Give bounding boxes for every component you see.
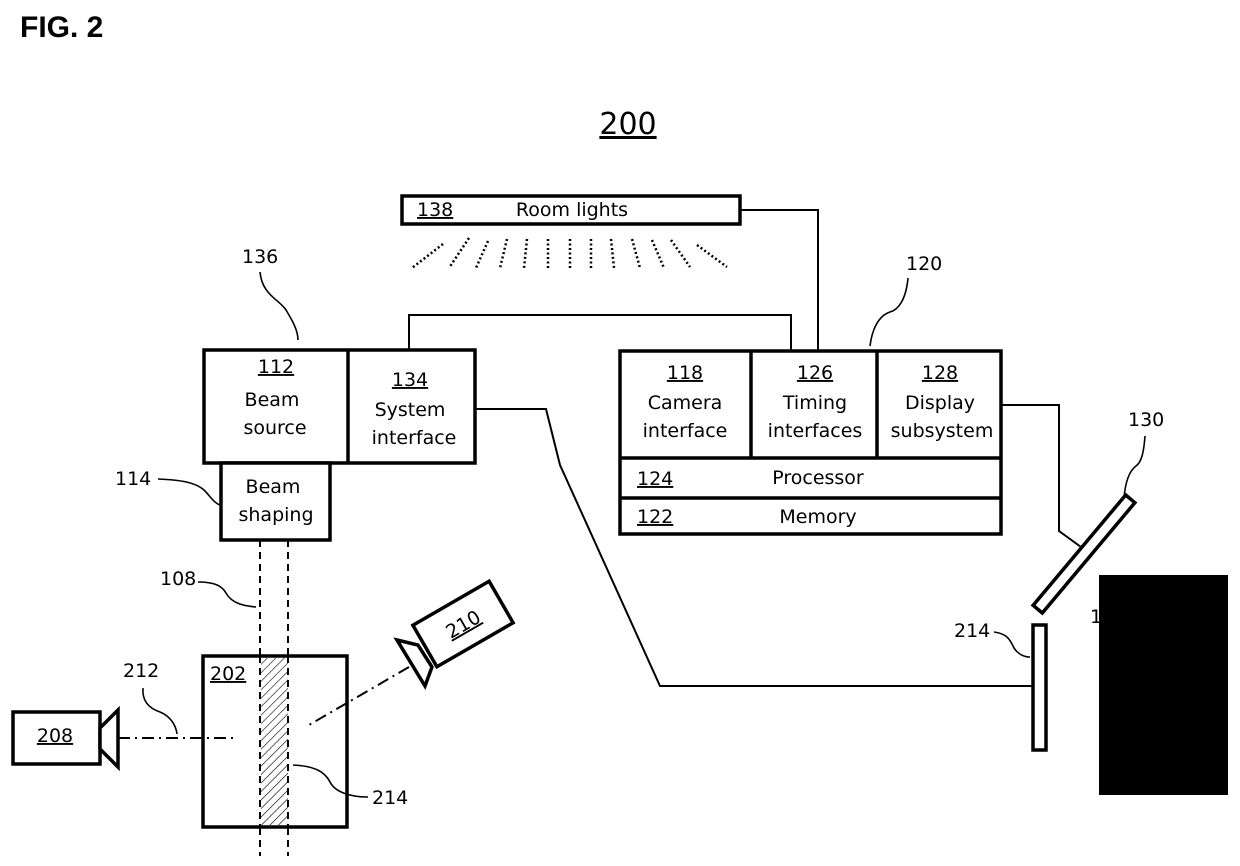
room-lights-ref: 138 <box>417 199 453 221</box>
timing-interfaces-ref: 126 <box>797 362 833 384</box>
room-lights-label: Room lights <box>516 199 628 221</box>
system-to-timing-wire <box>408 314 792 350</box>
beam-shaping-line1: Beam <box>246 476 301 498</box>
beam-source-line1: Beam <box>245 389 300 411</box>
processor-label: Processor <box>772 467 864 489</box>
light-sheet-ref: 214 <box>372 787 408 809</box>
display-subsystem-ref: 128 <box>922 362 958 384</box>
beam-source-line2: source <box>243 417 306 439</box>
controller-leader <box>869 277 909 347</box>
camera-left-lens <box>98 705 120 772</box>
memory-ref: 122 <box>637 506 673 528</box>
screen-leader <box>993 631 1031 658</box>
room-lights-wire <box>740 209 819 350</box>
system-interface-line1: System <box>375 399 446 421</box>
sample: 202 214 <box>201 654 408 829</box>
patent-diagram: FIG. 2 200 138 Room lights 136 112 Beam … <box>11 11 1228 856</box>
sample-ref: 202 <box>210 663 246 685</box>
display-device-ref: 130 <box>1128 409 1164 431</box>
camera-interface-line2: interface <box>643 420 728 442</box>
beam-unit-ref: 136 <box>242 246 278 268</box>
beam-unit: 136 112 Beam source 134 System interface… <box>115 246 477 542</box>
controller: 120 118 Camera interface 126 Timing inte… <box>618 253 1003 536</box>
memory-label: Memory <box>779 506 856 528</box>
beam-shaping: Beam shaping 114 <box>115 461 332 542</box>
screen-body <box>1031 623 1048 752</box>
beam-shaping-box <box>219 461 332 542</box>
beam-source-ref: 112 <box>258 356 294 378</box>
camera-left-axis-leader <box>142 687 178 735</box>
light-rays <box>411 237 728 269</box>
processor-ref: 124 <box>637 468 673 490</box>
beam-shaping-leader <box>157 478 221 506</box>
controller-ref: 120 <box>906 253 942 275</box>
beam-ref: 108 <box>160 568 196 590</box>
redaction-block <box>1099 575 1228 795</box>
beam-leader <box>197 581 257 608</box>
timing-interfaces-line1: Timing <box>782 392 847 414</box>
display-device-leader <box>1123 435 1146 499</box>
camera-left-axis-ref: 212 <box>123 660 159 682</box>
figure-label: FIG. 2 <box>20 11 103 44</box>
beam-shaping-ref: 114 <box>115 468 151 490</box>
camera-interface-ref: 118 <box>667 362 703 384</box>
beam-shaping-line2: shaping <box>238 504 313 526</box>
camera-interface-line1: Camera <box>648 392 723 414</box>
light-sheet <box>261 658 288 825</box>
system-interface-ref: 134 <box>392 369 428 391</box>
beam-unit-leader <box>259 271 299 341</box>
camera-left-ref: 208 <box>37 725 73 747</box>
room-lights: 138 Room lights <box>400 194 742 269</box>
system-number: 200 <box>599 107 656 142</box>
system-interface-line2: interface <box>372 427 457 449</box>
display-to-projector-wire <box>1002 404 1082 548</box>
display-subsystem-line2: subsystem <box>891 420 994 442</box>
display-subsystem-line1: Display <box>905 392 975 414</box>
timing-interfaces-line2: interfaces <box>768 420 863 442</box>
screen-ref: 214 <box>954 620 990 642</box>
